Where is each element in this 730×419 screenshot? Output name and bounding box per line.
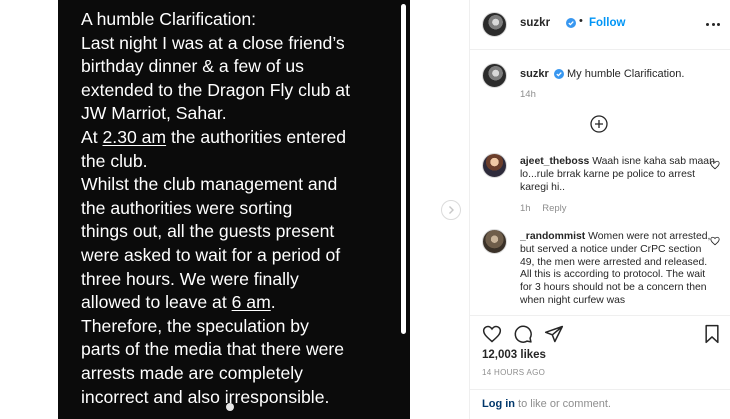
post-line: A humble Clarification: [81,9,257,29]
login-link[interactable]: Log in [482,398,515,410]
heart-icon[interactable] [710,160,720,170]
post-line: the club. [81,150,148,171]
post-line: three hours. We were finally [81,268,299,289]
image-scrollbar[interactable] [401,4,406,334]
follow-button[interactable]: Follow [589,17,625,29]
caption-text: My humble Clarification. [567,68,685,80]
comment-item: ajeet_theboss Waah isne kaha sab maan lo… [520,156,715,194]
post-line: At 2.30 am the authorities entered [81,126,403,150]
share-icon[interactable] [544,324,564,344]
post-line-part: the authorities entered [166,126,347,147]
post-image-text: A humble Clarification: Last night I was… [81,8,403,409]
post-line: allowed to leave at 6 am. [81,291,403,315]
heart-icon[interactable] [482,324,502,344]
more-options-icon[interactable] [706,19,720,29]
post-header: suzkr • Follow [470,0,730,50]
post-line: extended to the Dragon Fly club at [81,79,350,100]
caption-username[interactable]: suzkr [520,68,549,80]
bookmark-icon[interactable] [702,324,722,344]
instagram-post-page: A humble Clarification: Last night I was… [0,0,730,419]
chevron-right-icon [449,206,454,214]
comment-time[interactable]: 1h [520,203,531,214]
heart-icon[interactable] [710,236,720,246]
comment-item: _randommist Women were not arrested, but… [520,231,715,315]
carousel-indicator-dot [226,403,234,411]
post-line: JW Marriot, Sahar. [81,103,227,124]
verified-badge-icon [554,69,564,79]
next-image-button[interactable] [441,200,461,220]
post-image[interactable]: A humble Clarification: Last night I was… [58,0,410,419]
post-line: birthday dinner & a few of us [81,56,304,77]
post-line-time-underlined: 6 am [231,292,271,313]
comment-text: Women were not arrested, but served a no… [520,231,711,306]
post-line: parts of the media that there were [81,339,345,360]
header-separator: • [579,15,583,27]
login-text: to like or comment. [515,398,611,410]
verified-badge-icon [566,18,576,28]
likes-count[interactable]: 12,003 likes [482,349,546,361]
load-more-comments-icon[interactable] [590,115,608,133]
caption-time[interactable]: 14h [520,89,536,100]
post-line-part: allowed to leave at [81,292,232,313]
comment-username[interactable]: ajeet_theboss [520,156,589,167]
comment-icon[interactable] [513,324,533,344]
post-line-time-underlined: 2.30 am [102,126,167,147]
post-timestamp[interactable]: 14 HOURS AGO [482,368,545,377]
comment-meta: 1h Reply [520,203,576,214]
post-line-part: At [81,126,103,147]
post-line: Therefore, the speculation by [81,315,309,336]
post-line: Last night I was at a close friend’s [81,32,345,53]
post-line: the authorities were sorting [81,197,293,218]
post-side-panel: suzkr • Follow suzkr My humble Clarifica… [469,0,730,419]
avatar[interactable] [482,63,507,88]
comment-username[interactable]: _randommist [520,231,585,242]
avatar[interactable] [482,12,507,37]
post-line-part: . [270,292,276,313]
post-line: Whilst the club management and [81,174,338,195]
header-username[interactable]: suzkr [520,17,550,29]
avatar[interactable] [482,153,507,178]
avatar[interactable] [482,229,507,254]
login-prompt: Log in to like or comment. [482,398,611,410]
post-line: things out, all the guests present [81,221,335,242]
post-line: arrests made are completely [81,362,303,383]
post-line: were asked to wait for a period of [81,244,341,265]
post-line: incorrect and also irresponsible. [81,386,330,407]
reply-button[interactable]: Reply [542,203,566,214]
post-actions: 12,003 likes 14 HOURS AGO Log in to like… [470,315,730,419]
